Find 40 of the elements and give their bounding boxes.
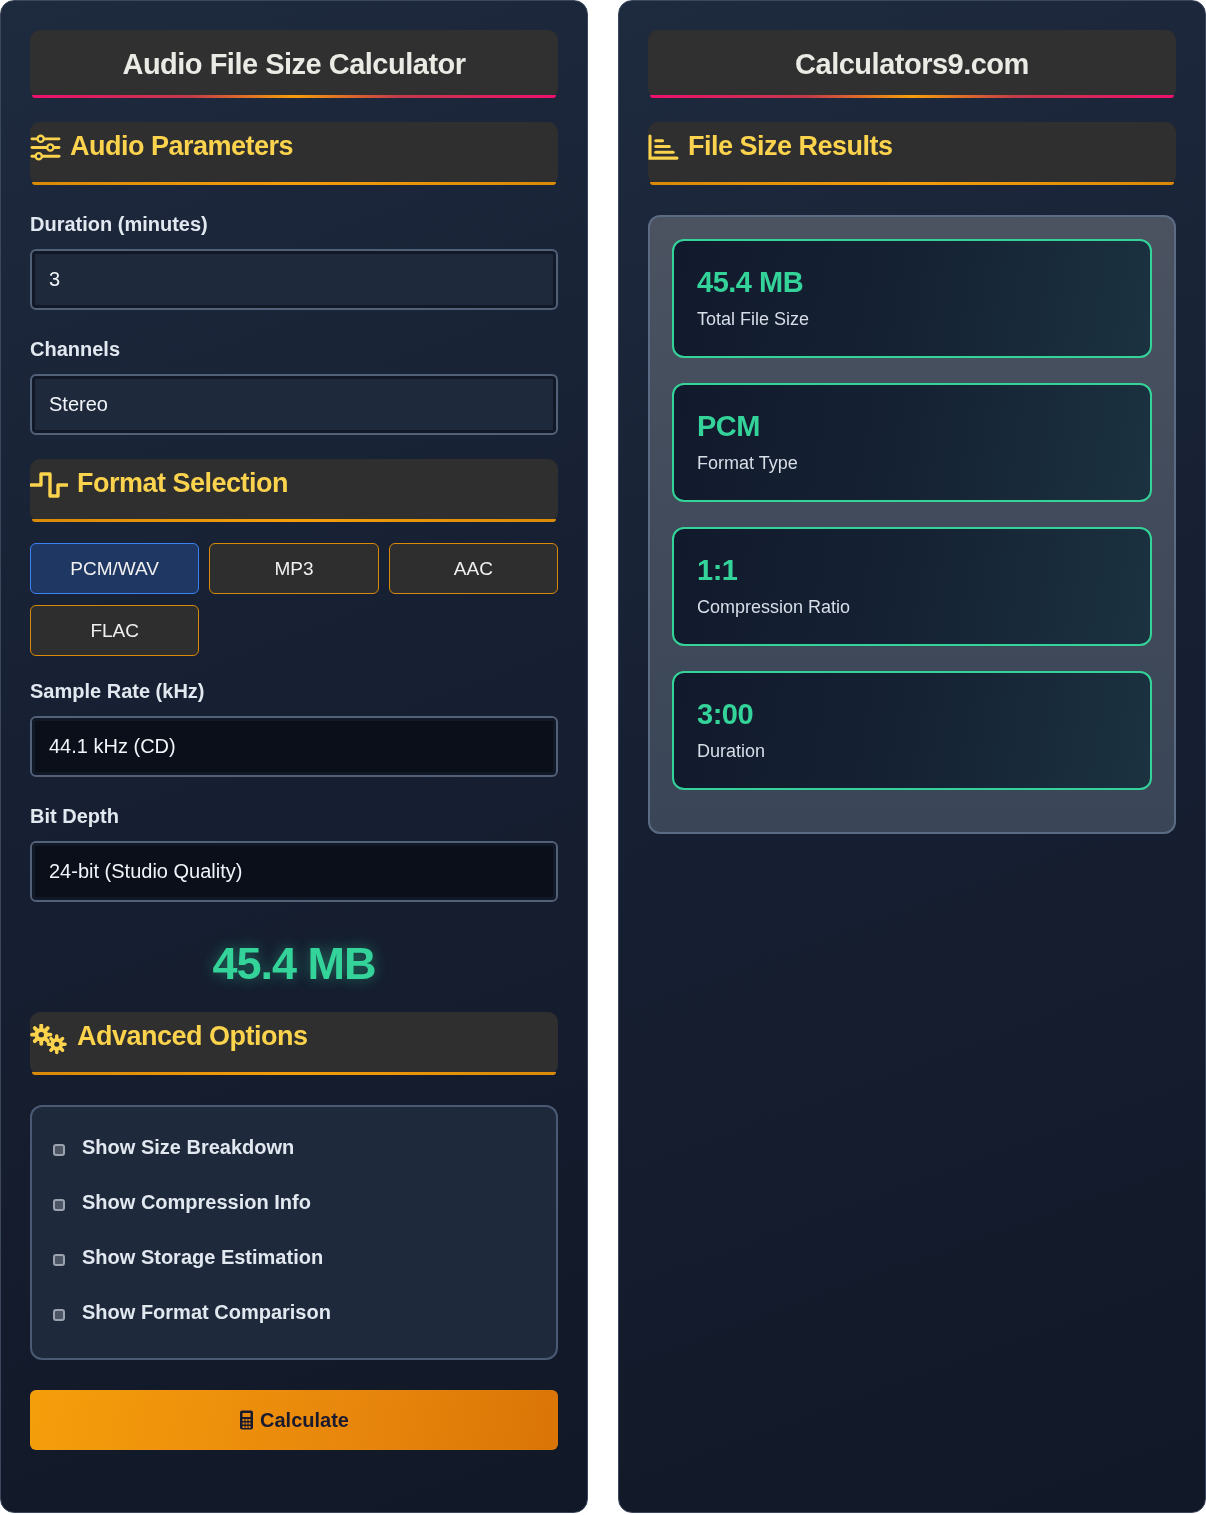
result-value: 45.4 MB: [697, 265, 804, 299]
format-button[interactable]: PCM/WAV: [30, 543, 200, 594]
calculate-button[interactable]: Calculate: [30, 1390, 558, 1450]
section-title: Audio Parameters: [70, 130, 294, 162]
result-label: Format Type: [697, 452, 798, 475]
calculator-title: Audio File Size Calculator: [30, 30, 558, 98]
input-field[interactable]: Stereo: [30, 374, 558, 435]
checkbox[interactable]: [53, 1199, 65, 1211]
field-label: Bit Depth: [30, 804, 120, 828]
sliders-icon: [30, 134, 61, 161]
bar-chart-icon: [648, 134, 679, 161]
option-label: Show Size Breakdown: [82, 1135, 295, 1159]
input-field[interactable]: 3: [30, 249, 558, 310]
square-wave-icon: [30, 471, 68, 499]
section-title: Advanced Options: [77, 1020, 308, 1052]
site-title: Calculators9.com: [648, 30, 1176, 98]
result-value: PCM: [697, 409, 760, 443]
section-title: File Size Results: [688, 130, 893, 162]
format-button[interactable]: FLAC: [30, 605, 200, 656]
format-button[interactable]: AAC: [388, 543, 558, 594]
result-value: 45.4 MB: [212, 940, 376, 988]
field-label: Duration (minutes): [30, 212, 209, 236]
result-label: Compression Ratio: [697, 596, 851, 619]
calculator-icon: [239, 1410, 255, 1430]
section-title: Format Selection: [77, 467, 289, 499]
result-value: 1:1: [697, 553, 738, 587]
field-label: Channels: [30, 337, 122, 361]
dropdown-field[interactable]: 24-bit (Studio Quality): [30, 841, 558, 902]
option-label: Show Compression Info: [82, 1190, 311, 1214]
dropdown-field[interactable]: 44.1 kHz (CD): [30, 716, 558, 777]
checkbox[interactable]: [53, 1254, 65, 1266]
field-label: Sample Rate (kHz): [30, 679, 206, 703]
result-label: Duration: [697, 740, 766, 763]
checkbox[interactable]: [53, 1144, 65, 1156]
result-value: 3:00: [697, 697, 754, 731]
option-label: Show Storage Estimation: [82, 1245, 324, 1269]
checkbox[interactable]: [53, 1309, 65, 1321]
format-button[interactable]: MP3: [209, 543, 379, 594]
option-label: Show Format Comparison: [82, 1300, 331, 1324]
result-label: Total File Size: [697, 308, 810, 331]
